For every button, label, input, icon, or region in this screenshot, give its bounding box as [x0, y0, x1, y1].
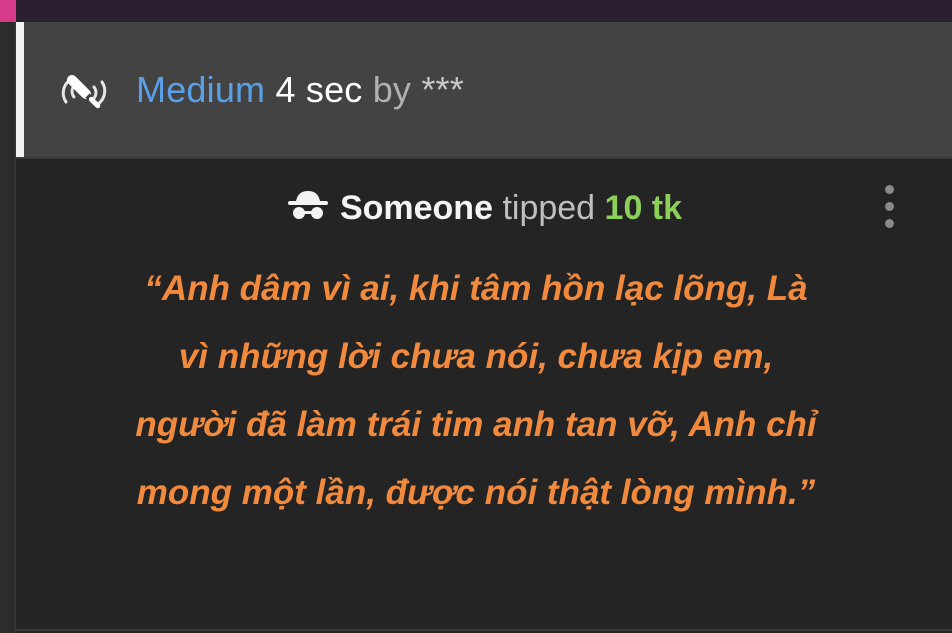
- tip-amount: 10 tk: [604, 189, 683, 227]
- vibration-duration: 4 sec: [275, 69, 363, 110]
- tip-notification-panel: Medium 4 sec by *** Someone tipped 10 tk…: [0, 0, 952, 633]
- by-label: by: [372, 69, 412, 110]
- tipper-masked-name: ***: [421, 69, 464, 110]
- vibration-level: Medium: [136, 69, 266, 110]
- top-strip: [0, 0, 952, 22]
- tipper-name: Someone: [339, 189, 493, 227]
- tip-message: “Anh dâm vì ai, khi tâm hồn lạc lõng, Là…: [135, 269, 817, 512]
- tip-summary-line: Someone tipped 10 tk: [16, 185, 952, 231]
- left-rail: [0, 22, 16, 633]
- more-options-icon[interactable]: [882, 183, 896, 231]
- top-accent: [0, 0, 16, 22]
- anonymous-spy-icon: [287, 191, 328, 219]
- vibration-header: Medium 4 sec by ***: [16, 22, 952, 157]
- bottom-divider: [16, 629, 952, 631]
- vibration-wand-icon: [61, 74, 107, 109]
- vibration-summary: Medium 4 sec by ***: [136, 66, 464, 114]
- tipped-label: tipped: [502, 189, 596, 227]
- tip-content: Someone tipped 10 tk “Anh dâm vì ai, khi…: [16, 159, 952, 633]
